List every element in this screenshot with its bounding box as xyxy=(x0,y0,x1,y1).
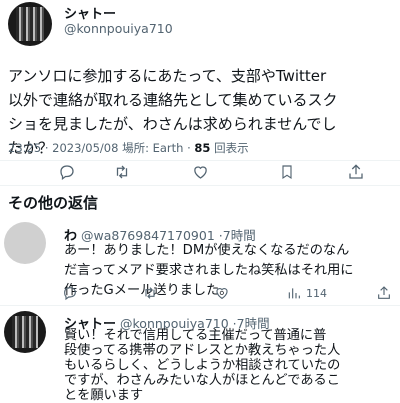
reply-retweet-button[interactable] xyxy=(141,285,159,301)
tweet-text-line: ショを見ましたが、わさんは求められませんでし xyxy=(8,115,337,133)
reply-text-line: 賢い！それで信用してる主催だって普通に普 xyxy=(64,328,327,343)
tweet-text-line: アンソロに参加するにあたって、支部やTwitter xyxy=(8,67,327,85)
reply-avatar[interactable] xyxy=(4,311,46,353)
tweet-text-line: 以外で連絡が取れる連絡先として集めているスク xyxy=(8,91,338,109)
author-handle[interactable]: @konnpouiya710 xyxy=(64,21,173,36)
reply-text-line: あー！ありました！DMが使えなくなるだのなん xyxy=(64,243,350,258)
divider xyxy=(0,185,400,186)
bookmark-icon xyxy=(282,165,292,180)
heart-icon xyxy=(194,166,207,179)
reply-text-line: 段使ってる携帯のアドレスとか教えちゃった人 xyxy=(64,343,341,358)
divider xyxy=(0,160,400,161)
heart-icon xyxy=(216,288,228,299)
reply-text-line: ですが、わさんみたいな人がほとんどであるこ xyxy=(64,373,340,388)
views-count: 85 xyxy=(194,141,211,155)
bookmark-button[interactable] xyxy=(279,163,295,181)
author-avatar[interactable] xyxy=(8,2,52,46)
reply-avatar[interactable] xyxy=(4,222,46,264)
section-title: その他の返信 xyxy=(8,194,99,212)
retweet-icon xyxy=(116,165,128,179)
reply-icon xyxy=(64,287,76,301)
like-button[interactable] xyxy=(191,163,210,181)
tweet-date[interactable]: 2023/05/08 xyxy=(52,141,118,155)
tweet-meta: 23:25 · 2023/05/08 場所: Earth · 85 回表示 xyxy=(8,141,249,155)
reply-text-line: だ言ってメアド要求されましたね笑私はそれ用に xyxy=(64,263,354,278)
reply-text: 賢い！それで信用してる主催だって普通に普 段使ってる携帯のアドレスとか教えちゃっ… xyxy=(64,328,340,403)
divider xyxy=(0,305,400,306)
reply-like-button[interactable] xyxy=(214,285,230,301)
share-button[interactable] xyxy=(347,163,365,181)
retweet-icon xyxy=(145,287,155,299)
reply-text-line: もいるらしく、どうしようか相談されていたの xyxy=(64,358,341,373)
reply-button[interactable] xyxy=(58,163,76,181)
location-label: 場所: xyxy=(122,141,149,155)
views-icon xyxy=(288,288,300,299)
location-value: Earth xyxy=(152,141,184,155)
reply-text-line: とを願います xyxy=(64,388,144,403)
reply-views-button[interactable]: 114 xyxy=(286,285,327,301)
share-icon xyxy=(349,164,363,179)
reply-share-button[interactable] xyxy=(376,285,392,301)
views-label: 回表示 xyxy=(214,141,249,155)
author-display-name[interactable]: シャトー xyxy=(64,3,116,22)
reply-icon xyxy=(60,165,74,181)
tweet-time[interactable]: 23:25 xyxy=(8,141,41,155)
reply-reply-button[interactable] xyxy=(62,285,78,301)
retweet-button[interactable] xyxy=(112,163,132,181)
reply-views-count: 114 xyxy=(306,286,327,300)
share-icon xyxy=(378,286,390,299)
